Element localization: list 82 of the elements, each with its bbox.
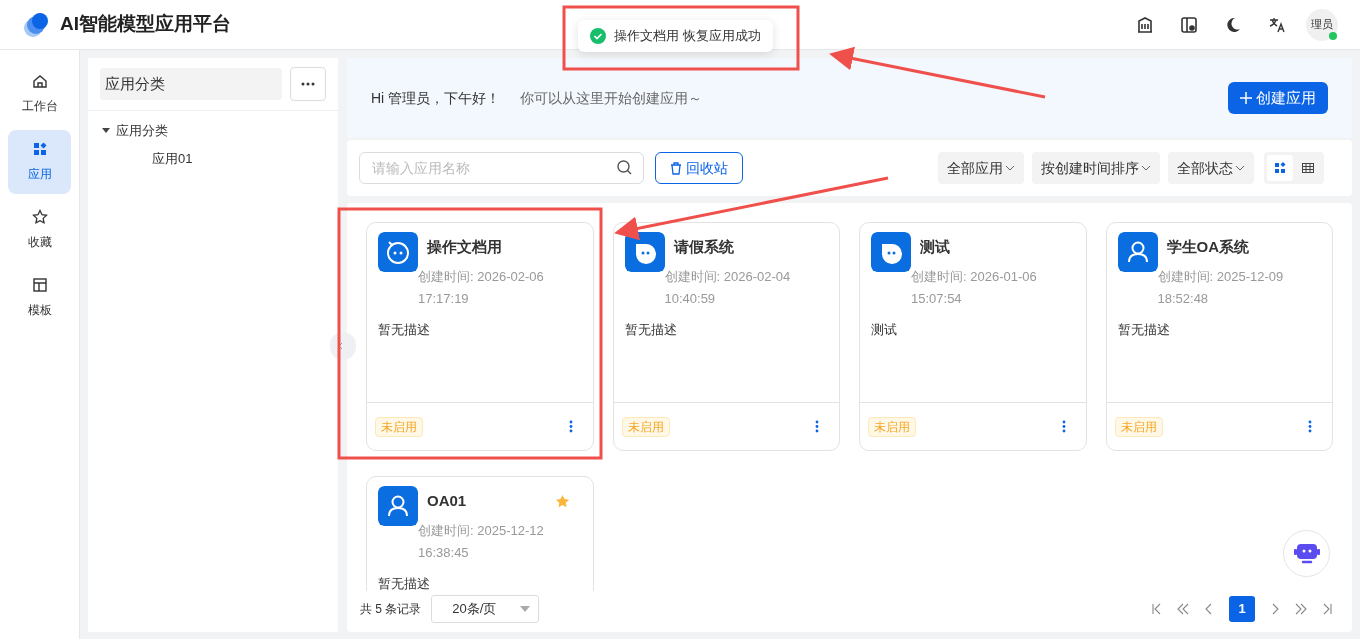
- app-description: 暂无描述: [378, 321, 431, 339]
- recycle-bin-button[interactable]: 回收站: [655, 152, 743, 184]
- table-icon: [1302, 162, 1314, 174]
- more-vertical-icon[interactable]: [1308, 420, 1312, 433]
- created-time: 创建时间: 2025-12-09 18:52:48: [1157, 268, 1285, 308]
- app-description: 测试: [871, 321, 898, 339]
- chevron-down-icon: [1005, 165, 1015, 171]
- app-name: OA01: [427, 490, 468, 511]
- app-description: 暂无描述: [1117, 321, 1171, 339]
- home-icon: [31, 73, 48, 89]
- moon-icon[interactable]: [1224, 15, 1242, 34]
- created-time: 创建时间: 2025-12-12 16:38:45: [418, 522, 545, 562]
- search-icon: [617, 160, 632, 175]
- filter-dropdown[interactable]: 按创建时间排序: [1032, 152, 1160, 184]
- chevron-down-icon: [1235, 165, 1245, 171]
- created-time: 创建时间: 2026-02-04 10:40:59: [664, 268, 792, 308]
- nav-item[interactable]: 收藏: [8, 198, 71, 262]
- star-icon[interactable]: [554, 493, 570, 509]
- app-name: 测试: [920, 236, 951, 257]
- user-icon: [378, 486, 418, 526]
- app-description: 暂无描述: [624, 321, 678, 339]
- app-card[interactable]: OA01 创建时间: 2025-12-12 16:38:45 暂无描述: [366, 476, 594, 591]
- chat-face-icon: [378, 232, 418, 272]
- status-tag: 未启用: [1114, 416, 1163, 437]
- app-name: 学生OA系统: [1166, 236, 1250, 257]
- greeting-text: Hi 管理员，下午好！: [371, 88, 501, 108]
- tree-item[interactable]: 应用01: [152, 149, 193, 169]
- filter-dropdown[interactable]: 全部应用: [938, 152, 1024, 184]
- nav-item[interactable]: 工作台: [8, 62, 71, 126]
- app-name: 请假系统: [673, 236, 735, 257]
- create-app-button[interactable]: 创建应用: [1228, 82, 1328, 114]
- caret-icon: [520, 606, 531, 612]
- created-time: 创建时间: 2026-01-06 15:07:54: [911, 268, 1038, 308]
- user-avatar[interactable]: 理员: [1306, 8, 1338, 41]
- robot-chat-icon: [1293, 541, 1320, 566]
- double-chevron-left-icon[interactable]: [1177, 603, 1189, 615]
- created-time: 创建时间: 2026-02-06 17:17:19: [418, 268, 545, 308]
- more-vertical-icon[interactable]: [568, 420, 573, 433]
- plus-icon: [1240, 92, 1252, 104]
- app-card[interactable]: 操作文档用 创建时间: 2026-02-06 17:17:19 暂无描述 未启用: [366, 222, 594, 451]
- status-tag: 未启用: [621, 416, 670, 437]
- panel-icon[interactable]: [1180, 15, 1198, 34]
- user-icon: [1117, 232, 1158, 272]
- star-icon: [31, 209, 48, 225]
- app-description: 暂无描述: [378, 575, 431, 591]
- double-chevron-right-icon[interactable]: [1295, 603, 1307, 615]
- layout-icon: [31, 277, 48, 293]
- app-card[interactable]: 请假系统 创建时间: 2026-02-04 10:40:59 暂无描述 未启用: [612, 222, 840, 451]
- nav-item[interactable]: 应用: [8, 130, 71, 194]
- grid-icon: [31, 141, 48, 157]
- translate-icon[interactable]: [1268, 15, 1286, 34]
- status-tag: 未启用: [375, 416, 423, 437]
- total-records: 共 5 条记录: [360, 601, 422, 618]
- app-card[interactable]: 学生OA系统 创建时间: 2025-12-09 18:52:48 暂无描述 未启用: [1105, 222, 1333, 451]
- tree-item[interactable]: 应用分类: [116, 121, 168, 141]
- status-tag: 未启用: [868, 416, 916, 437]
- hint-text: 你可以从这里开始创建应用～: [520, 88, 703, 108]
- building-icon[interactable]: [1136, 15, 1154, 34]
- chevron-left-icon: [338, 342, 343, 350]
- filter-dropdown[interactable]: 全部状态: [1168, 152, 1254, 184]
- more-vertical-icon[interactable]: [815, 420, 819, 433]
- more-icon: [301, 82, 315, 86]
- nav-item[interactable]: 模板: [8, 266, 71, 330]
- logo-icon: [22, 10, 50, 39]
- card-view-button[interactable]: [1267, 155, 1293, 181]
- trash-icon: [670, 161, 682, 175]
- app-title: AI智能模型应用平台: [60, 12, 231, 37]
- app-card[interactable]: 测试 创建时间: 2026-01-06 15:07:54 测试 未启用: [859, 222, 1087, 451]
- page-size-select[interactable]: 20条/页: [431, 595, 540, 623]
- check-circle-icon: [590, 28, 606, 44]
- grid-icon: [1274, 162, 1286, 174]
- category-title: 应用分类: [100, 68, 282, 100]
- chat-face-icon: [624, 232, 665, 272]
- success-toast: 操作文档用 恢复应用成功: [578, 20, 773, 52]
- search-field[interactable]: 请输入应用名称: [359, 152, 644, 184]
- first-page-icon[interactable]: [1151, 603, 1163, 615]
- page-button[interactable]: 1: [1229, 596, 1255, 622]
- chevron-down-icon: [1141, 165, 1151, 171]
- app-name: 操作文档用: [427, 236, 503, 257]
- last-page-icon[interactable]: [1321, 603, 1333, 615]
- chat-face-icon: [871, 232, 911, 272]
- more-vertical-icon[interactable]: [1061, 420, 1066, 433]
